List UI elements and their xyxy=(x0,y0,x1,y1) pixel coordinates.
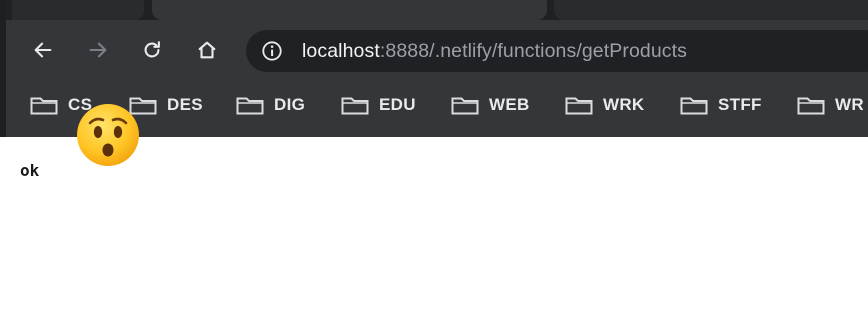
info-icon[interactable] xyxy=(261,40,283,62)
folder-icon xyxy=(451,97,479,115)
folder-icon xyxy=(680,97,708,115)
back-button[interactable] xyxy=(26,33,60,67)
bookmark-label: EDU xyxy=(379,95,416,114)
tab-current[interactable] xyxy=(152,0,547,20)
home-button[interactable] xyxy=(190,33,224,67)
bookmark-label: DES xyxy=(167,95,203,114)
arrow-right-icon xyxy=(89,42,107,58)
url-text[interactable]: localhost:8888/.netlify/functions/getPro… xyxy=(302,30,687,72)
folder-icon xyxy=(30,97,58,115)
bookmark-folder-stff[interactable]: STFF xyxy=(680,92,762,118)
tab-previous[interactable] xyxy=(12,0,144,20)
url-path: :8888/.netlify/functions/getProducts xyxy=(379,40,687,62)
bookmark-folder-des[interactable]: DES xyxy=(129,92,203,118)
response-text: ok xyxy=(20,161,40,180)
bookmark-label: DIG xyxy=(274,95,306,114)
url-host: localhost xyxy=(302,40,380,62)
folder-icon xyxy=(797,97,825,115)
bookmark-folder-wrk[interactable]: WRK xyxy=(565,92,645,118)
bookmark-folder-edu[interactable]: EDU xyxy=(341,92,416,118)
bookmark-label: WEB xyxy=(489,95,530,114)
folder-icon xyxy=(341,97,369,115)
tab-strip xyxy=(6,0,868,20)
folder-icon xyxy=(565,97,593,115)
bookmark-label: WRK xyxy=(603,95,645,114)
bookmark-label: STFF xyxy=(718,95,762,114)
window-edge xyxy=(0,0,6,137)
folder-icon xyxy=(236,97,264,115)
tab-next[interactable] xyxy=(554,0,868,20)
forward-button[interactable] xyxy=(81,33,115,67)
bookmark-label: WR xyxy=(835,95,864,114)
reload-button[interactable] xyxy=(135,33,169,67)
bookmark-folder-web[interactable]: WEB xyxy=(451,92,530,118)
arrow-left-icon xyxy=(34,42,52,58)
address-bar[interactable]: localhost:8888/.netlify/functions/getPro… xyxy=(246,30,868,72)
astonished-face-emoji-icon xyxy=(77,104,139,166)
bookmark-folder-wr[interactable]: WR xyxy=(797,92,864,118)
reload-icon xyxy=(144,41,160,58)
home-icon xyxy=(198,41,216,59)
bookmark-folder-dig[interactable]: DIG xyxy=(236,92,305,118)
